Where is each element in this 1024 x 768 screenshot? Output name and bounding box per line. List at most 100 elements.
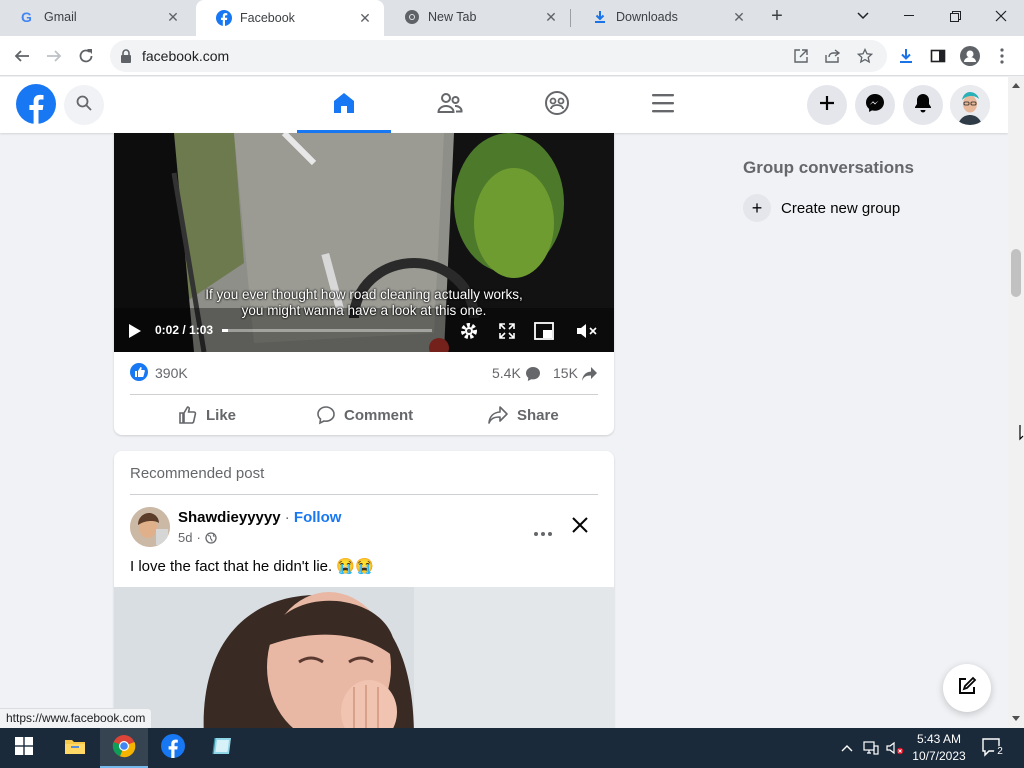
close-tab-icon[interactable]: ✕ xyxy=(542,9,560,26)
friends-icon xyxy=(437,91,463,120)
open-in-app-icon[interactable] xyxy=(791,46,811,66)
profile-icon[interactable] xyxy=(958,44,982,68)
side-panel-icon[interactable] xyxy=(926,44,950,68)
bell-icon xyxy=(914,93,932,118)
settings-gear-icon[interactable] xyxy=(459,321,479,346)
post-text: I love the fact that he didn't lie. 😭😭 xyxy=(130,558,374,575)
tab-gmail[interactable]: G Gmail ✕ xyxy=(0,0,192,34)
share-icon[interactable] xyxy=(823,46,843,66)
facebook-logo-icon[interactable] xyxy=(16,84,56,124)
picture-in-picture-icon[interactable] xyxy=(534,322,554,345)
close-post-icon[interactable] xyxy=(572,517,588,538)
url-text: facebook.com xyxy=(142,48,230,64)
account-avatar[interactable] xyxy=(950,85,990,125)
nav-groups[interactable] xyxy=(510,77,604,133)
fullscreen-icon[interactable] xyxy=(499,323,515,344)
action-center-button[interactable]: 2 xyxy=(980,736,1006,760)
volume-muted-icon[interactable] xyxy=(884,728,906,768)
scroll-up-icon[interactable] xyxy=(1012,83,1020,88)
tab-title: Downloads xyxy=(616,10,678,24)
reload-button[interactable] xyxy=(74,44,98,68)
downloads-icon[interactable] xyxy=(894,44,918,68)
play-icon[interactable] xyxy=(128,323,142,344)
nav-home[interactable] xyxy=(297,77,391,133)
follow-link[interactable]: Follow xyxy=(294,509,342,526)
author-avatar[interactable] xyxy=(130,507,170,547)
notifications-button[interactable] xyxy=(903,85,943,125)
facebook-icon xyxy=(216,10,232,26)
chrome-icon xyxy=(112,734,136,763)
create-new-group-button[interactable]: + Create new group xyxy=(743,193,900,223)
plus-icon xyxy=(819,95,835,116)
address-bar[interactable]: facebook.com xyxy=(110,40,887,72)
create-button[interactable] xyxy=(807,85,847,125)
notification-count: 2 xyxy=(994,746,1006,758)
scrollbar-thumb[interactable] xyxy=(1011,249,1021,297)
bookmark-star-icon[interactable] xyxy=(855,46,875,66)
nav-friends[interactable] xyxy=(403,77,497,133)
show-hidden-icons-icon[interactable] xyxy=(838,728,856,768)
mute-icon[interactable] xyxy=(576,322,598,345)
post-author[interactable]: Shawdieyyyyy · Follow xyxy=(178,509,341,526)
minimize-button[interactable] xyxy=(886,0,932,32)
chrome-menu-icon[interactable] xyxy=(990,44,1014,68)
clock-time: 5:43 AM xyxy=(916,732,962,746)
network-icon[interactable] xyxy=(860,728,882,768)
video-progress-bar[interactable] xyxy=(222,329,432,332)
tab-new-tab[interactable]: New Tab ✕ xyxy=(384,0,570,34)
tab-search-icon[interactable] xyxy=(840,0,886,32)
messenger-button[interactable] xyxy=(855,85,895,125)
taskbar-app[interactable] xyxy=(198,728,246,768)
new-message-button[interactable] xyxy=(943,664,991,712)
start-button[interactable] xyxy=(0,728,48,768)
forward-button[interactable] xyxy=(42,44,66,68)
taskbar-file-explorer[interactable] xyxy=(51,728,99,768)
tab-facebook[interactable]: Facebook ✕ xyxy=(196,0,384,36)
like-button[interactable]: Like xyxy=(178,395,236,435)
back-button[interactable] xyxy=(10,44,34,68)
system-clock[interactable]: 5:43 AM 10/7/2023 xyxy=(904,731,974,765)
groups-icon xyxy=(544,90,570,121)
thumbs-up-icon xyxy=(178,405,206,425)
page-scrollbar[interactable] xyxy=(1008,77,1024,728)
group-conversations-heading: Group conversations xyxy=(743,158,914,177)
tab-downloads[interactable]: Downloads ✕ xyxy=(572,0,758,34)
video-player[interactable]: If you ever thought how road cleaning ac… xyxy=(114,133,614,352)
like-reaction-icon[interactable] xyxy=(130,363,148,384)
share-button[interactable]: Share xyxy=(487,395,559,435)
restore-button[interactable] xyxy=(932,0,978,32)
post-age[interactable]: 5d xyxy=(178,530,192,545)
recommended-post-card: Recommended post Shawdieyyyyy · Follow 5… xyxy=(114,451,614,731)
scroll-down-icon[interactable] xyxy=(1012,716,1020,721)
tab-strip: G Gmail ✕ Facebook ✕ New Tab ✕ Downloads… xyxy=(0,0,1024,36)
share-count[interactable]: 15K xyxy=(553,365,578,381)
post-image[interactable] xyxy=(114,587,614,731)
more-options-icon[interactable] xyxy=(534,523,552,541)
tab-title: Gmail xyxy=(44,10,77,24)
comment-count[interactable]: 5.4K xyxy=(492,365,521,381)
close-tab-icon[interactable]: ✕ xyxy=(356,10,374,27)
close-tab-icon[interactable]: ✕ xyxy=(164,9,182,26)
share-icon xyxy=(487,405,517,425)
download-icon xyxy=(592,9,608,25)
facebook-search-button[interactable] xyxy=(64,85,104,125)
browser-toolbar: facebook.com xyxy=(0,36,1024,76)
taskbar-chrome[interactable] xyxy=(100,728,148,768)
taskbar-facebook[interactable] xyxy=(149,728,197,768)
like-count[interactable]: 390K xyxy=(155,365,188,381)
post-meta: 5d · xyxy=(178,530,217,545)
close-tab-icon[interactable]: ✕ xyxy=(730,9,748,26)
comment-button[interactable]: Comment xyxy=(316,395,413,435)
author-name[interactable]: Shawdieyyyyy xyxy=(178,509,281,526)
new-tab-button[interactable]: + xyxy=(766,6,788,28)
reaction-summary: 390K 5.4K 15K xyxy=(130,362,598,386)
comment-icon xyxy=(316,405,344,425)
clock-date: 10/7/2023 xyxy=(912,749,966,763)
windows-logo-icon xyxy=(15,736,33,760)
nav-menu[interactable] xyxy=(616,77,710,133)
tab-title: New Tab xyxy=(428,10,477,24)
plus-icon: + xyxy=(743,194,771,222)
close-window-button[interactable] xyxy=(978,0,1024,32)
globe-icon xyxy=(205,531,217,544)
comment-label: Comment xyxy=(344,406,414,424)
